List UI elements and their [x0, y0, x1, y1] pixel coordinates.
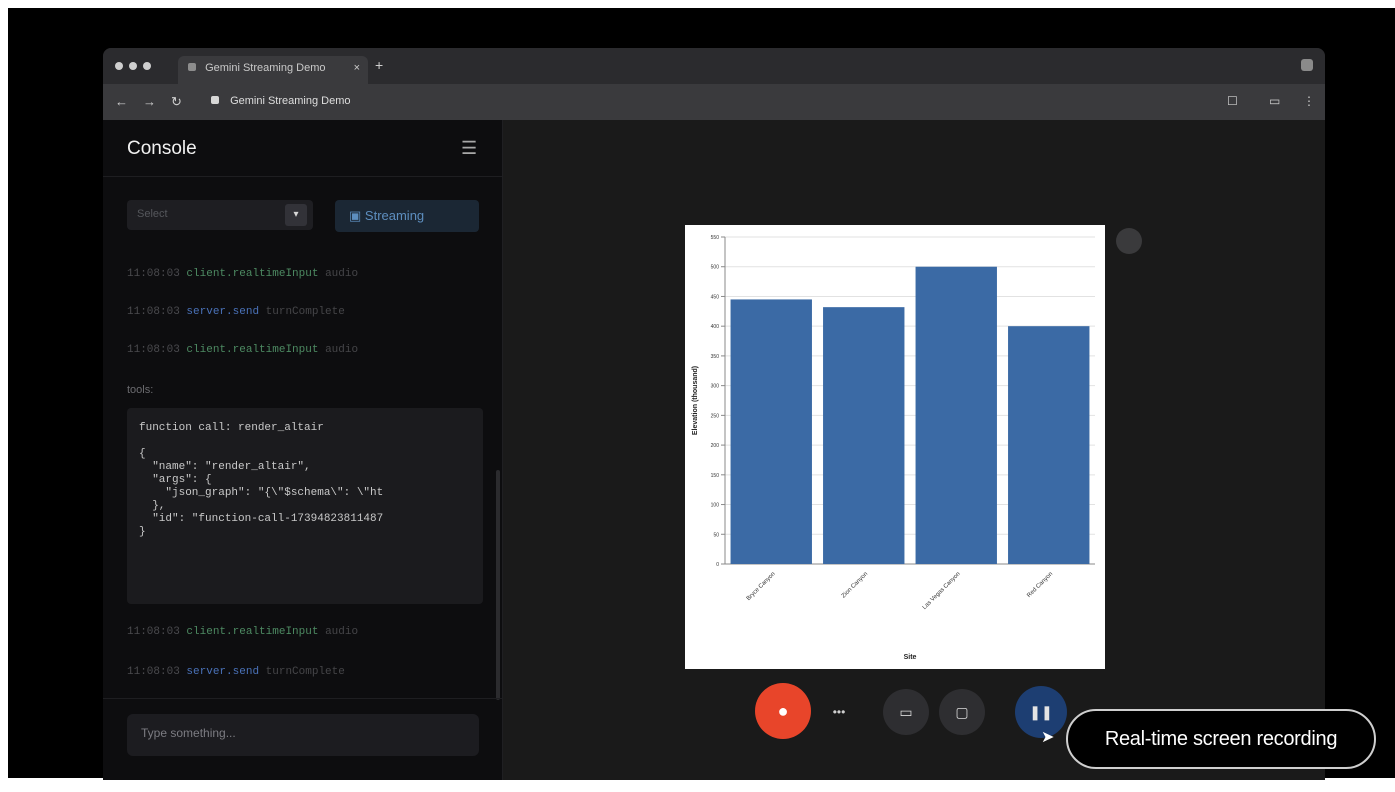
browser-window: Gemini Streaming Demo × + ← → ↻ Gemini S…	[103, 48, 1325, 780]
extensions-icon[interactable]: ▭	[1269, 94, 1280, 108]
camera-icon[interactable]: ▢	[939, 689, 985, 735]
bookmark-icon[interactable]: ☐	[1227, 94, 1238, 108]
log-tail: audio	[318, 268, 359, 280]
log-time: 11:08:03	[127, 666, 180, 678]
tab-bar: Gemini Streaming Demo × +	[103, 48, 1325, 84]
bar	[1008, 326, 1090, 564]
x-tick-label: Las Vegas Canyon	[922, 571, 962, 611]
y-tick-label: 250	[711, 413, 720, 419]
bar	[915, 266, 997, 564]
address-bar: ← → ↻ Gemini Streaming Demo ☐ ▭ ⋮	[103, 84, 1325, 120]
chevron-down-icon[interactable]: ▾	[285, 204, 307, 226]
x-axis-title: Site	[904, 654, 917, 661]
y-tick-label: 450	[711, 294, 720, 300]
window-menu-icon[interactable]	[1301, 59, 1313, 71]
x-tick-label: Bryce Canyon	[746, 571, 777, 602]
bar-chart: 0 50 100 150 200 250 300 350 400 450 500 550 Bryce C…	[692, 235, 1095, 661]
log-method: send	[232, 306, 260, 318]
log-prefix: server.	[186, 666, 233, 678]
more-icon[interactable]: •••	[829, 705, 849, 719]
y-tick-label: 0	[716, 562, 719, 568]
browser-tab[interactable]: Gemini Streaming Demo ×	[178, 56, 368, 84]
minimize-window-dot[interactable]	[129, 62, 137, 70]
log-line: 11:08:03 client.realtimeInput audio	[127, 626, 358, 638]
log-time: 11:08:03	[127, 306, 180, 318]
caption-bubble: Real-time screen recording	[1066, 709, 1376, 769]
y-tick-label: 150	[711, 473, 720, 479]
console-scrollbar[interactable]	[496, 470, 500, 700]
y-tick-label: 300	[711, 384, 720, 390]
input-placeholder: Type something...	[141, 726, 236, 740]
tools-label: tools:	[127, 384, 154, 396]
log-line: 11:08:03 client.realtimeInput audio	[127, 268, 358, 280]
bar	[730, 299, 812, 564]
log-tail: turnComplete	[259, 306, 345, 318]
log-method: realtimeInput	[232, 626, 319, 638]
log-prefix: client.	[186, 268, 233, 280]
back-icon[interactable]: ←	[115, 94, 128, 109]
favicon-icon	[188, 63, 196, 71]
log-prefix: client.	[186, 626, 233, 638]
log-time: 11:08:03	[127, 268, 180, 280]
log-line: 11:08:03 server.send turnComplete	[127, 306, 345, 318]
screen-share-icon[interactable]: ▭	[883, 689, 929, 735]
y-tick-label: 550	[711, 235, 720, 241]
y-tick-label: 50	[713, 532, 719, 538]
close-icon[interactable]: ×	[354, 62, 360, 74]
site-info-icon[interactable]	[211, 96, 219, 104]
x-tick-label: Red Canyon	[1026, 571, 1054, 599]
control-tray: ● ••• ▭ ▢ ❚❚ ➤	[755, 683, 1075, 746]
log-method: send	[232, 666, 260, 678]
log-time: 11:08:03	[127, 344, 180, 356]
log-tail: turnComplete	[259, 666, 345, 678]
divider	[103, 176, 502, 177]
y-tick-label: 200	[711, 443, 720, 449]
divider	[103, 698, 502, 699]
log-line: 11:08:03 server.send turnComplete	[127, 666, 345, 678]
streaming-label: Streaming	[364, 208, 425, 223]
log-method: realtimeInput	[232, 344, 319, 356]
video-frame: Gemini Streaming Demo × + ← → ↻ Gemini S…	[8, 8, 1395, 780]
log-tail: audio	[318, 344, 359, 356]
tab-title: Gemini Streaming Demo	[205, 62, 326, 74]
log-line: 11:08:03 client.realtimeInput audio	[127, 344, 358, 356]
url-text: Gemini Streaming Demo	[230, 95, 351, 107]
y-tick-label: 500	[711, 265, 720, 271]
y-axis-title: Elevation (thousand)	[692, 366, 699, 435]
reload-icon[interactable]: ↻	[171, 94, 182, 110]
chart-options-icon[interactable]	[1116, 228, 1142, 254]
mic-icon[interactable]: ●	[755, 683, 811, 739]
log-filter-select[interactable]: Select ▾	[127, 200, 313, 230]
close-window-dot[interactable]	[115, 62, 123, 70]
log-tail: audio	[318, 626, 359, 638]
log-prefix: client.	[186, 344, 233, 356]
stream-icon: ▣	[349, 208, 365, 223]
maximize-window-dot[interactable]	[143, 62, 151, 70]
y-tick-label: 400	[711, 324, 720, 330]
function-call-code: function call: render_altair { "name": "…	[127, 408, 483, 604]
panel-menu-icon[interactable]: ☰	[461, 138, 477, 159]
new-tab-icon[interactable]: +	[375, 57, 383, 73]
console-panel: Console ☰ Select ▾ ▣ Streaming 11:08:03 …	[103, 120, 503, 780]
forward-icon[interactable]: →	[143, 94, 156, 109]
log-method: realtimeInput	[232, 268, 319, 280]
x-tick-label: Zion Canyon	[841, 571, 869, 599]
log-prefix: server.	[186, 306, 233, 318]
url-field[interactable]: Gemini Streaming Demo	[201, 90, 1201, 114]
log-time: 11:08:03	[127, 626, 180, 638]
chart-card: 0 50 100 150 200 250 300 350 400 450 500 550 Bryce C…	[685, 225, 1105, 669]
select-placeholder: Select	[137, 208, 168, 220]
y-tick-label: 100	[711, 503, 720, 509]
preview-area: 0 50 100 150 200 250 300 350 400 450 500 550 Bryce C…	[503, 120, 1325, 780]
console-title: Console	[127, 138, 197, 159]
mouse-cursor: ➤	[1041, 729, 1055, 746]
bar	[823, 307, 905, 564]
message-input[interactable]: Type something...	[127, 714, 479, 756]
menu-icon[interactable]: ⋮	[1303, 94, 1315, 108]
streaming-button[interactable]: ▣ Streaming	[335, 200, 479, 232]
y-tick-label: 350	[711, 354, 720, 360]
